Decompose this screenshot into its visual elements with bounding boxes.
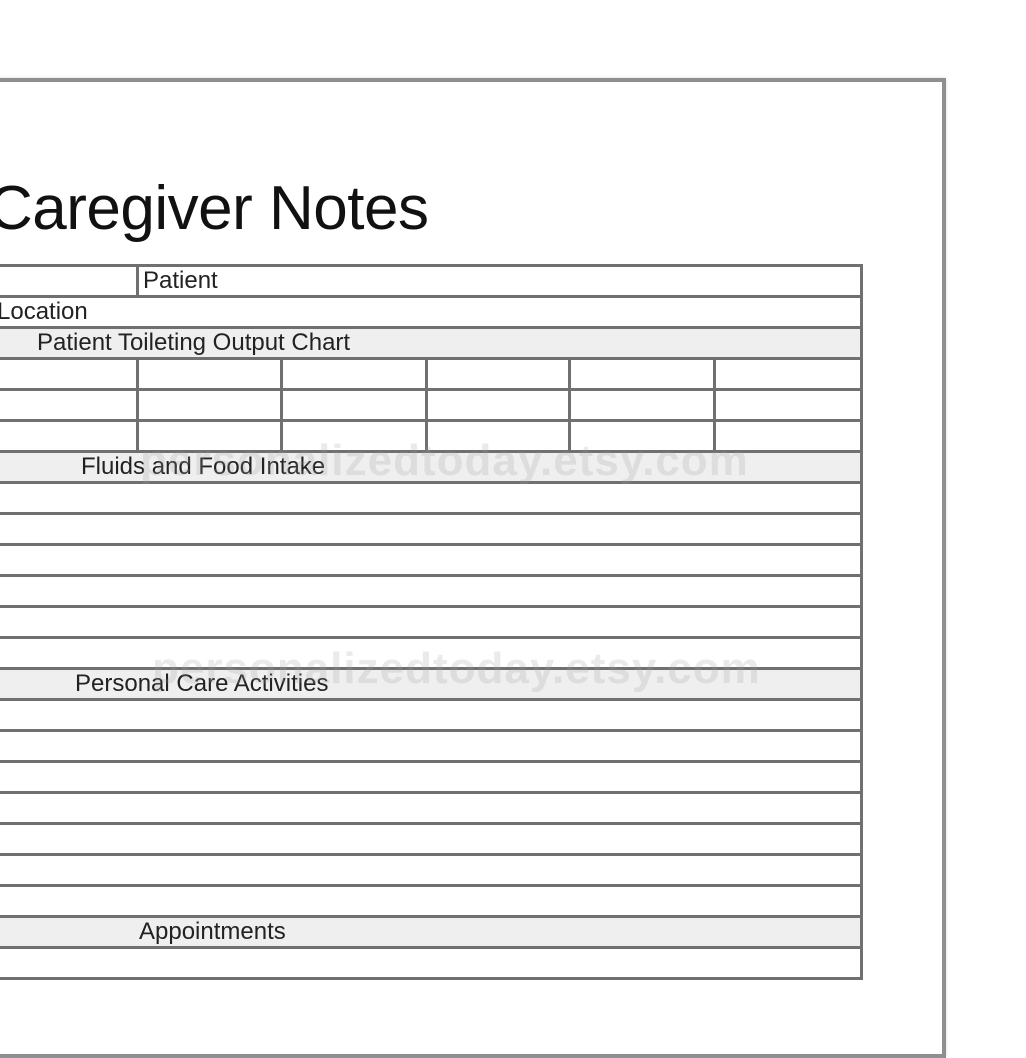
grid-cell[interactable] [280, 357, 428, 391]
writing-line[interactable] [0, 636, 864, 670]
writing-line[interactable] [0, 605, 864, 639]
appointments-section-header: Appointments [0, 915, 864, 949]
grid-cell[interactable] [568, 419, 716, 453]
fluids-line [0, 543, 864, 577]
grid-cell[interactable] [425, 388, 571, 422]
location-row: Location [0, 295, 864, 329]
patient-label: Patient [143, 267, 218, 294]
toileting-section-title: Patient Toileting Output Chart [37, 329, 351, 356]
grid-cell[interactable] [712, 388, 864, 422]
grid-cell[interactable] [280, 419, 428, 453]
grid-cell[interactable] [280, 388, 428, 422]
location-field[interactable]: Location [0, 295, 864, 329]
grid-cell[interactable] [0, 357, 139, 391]
writing-line[interactable] [0, 481, 864, 515]
grid-cell[interactable] [136, 357, 283, 391]
fluids-section-title: Fluids and Food Intake [81, 453, 326, 480]
writing-line[interactable] [0, 698, 864, 732]
grid-cell[interactable] [568, 388, 716, 422]
fluids-line [0, 605, 864, 639]
patient-row: Patient [0, 264, 864, 298]
writing-line[interactable] [0, 853, 864, 887]
grid-cell[interactable] [136, 419, 283, 453]
writing-line[interactable] [0, 791, 864, 825]
page-title: Caregiver Notes [0, 174, 429, 243]
appointments-section-title: Appointments [139, 918, 286, 945]
personal-care-line [0, 760, 864, 794]
toileting-row [0, 388, 864, 422]
writing-line[interactable] [0, 946, 864, 980]
fluids-line [0, 574, 864, 608]
grid-cell[interactable] [0, 419, 139, 453]
writing-line[interactable] [0, 884, 864, 918]
writing-line[interactable] [0, 729, 864, 763]
writing-line[interactable] [0, 760, 864, 794]
location-label: Location [0, 298, 88, 325]
grid-cell[interactable] [712, 419, 864, 453]
grid-cell[interactable] [568, 357, 716, 391]
grid-cell[interactable] [425, 419, 571, 453]
patient-date-field[interactable] [0, 264, 139, 298]
writing-line[interactable] [0, 512, 864, 546]
personal-care-section-title: Personal Care Activities [75, 670, 329, 697]
personal-care-line [0, 853, 864, 887]
caregiver-form: Patient Location Patient Toileting Outpu… [0, 264, 864, 980]
fluids-line [0, 636, 864, 670]
personal-care-section-header: Personal Care Activities [0, 667, 864, 701]
toileting-section-header: Patient Toileting Output Chart [0, 326, 864, 360]
personal-care-line [0, 822, 864, 856]
personal-care-line [0, 791, 864, 825]
personal-care-line [0, 729, 864, 763]
writing-line[interactable] [0, 822, 864, 856]
writing-line[interactable] [0, 543, 864, 577]
grid-cell[interactable] [712, 357, 864, 391]
fluids-line [0, 481, 864, 515]
grid-cell[interactable] [136, 388, 283, 422]
fluids-line [0, 512, 864, 546]
writing-line[interactable] [0, 574, 864, 608]
personal-care-line [0, 698, 864, 732]
personal-care-line [0, 884, 864, 918]
toileting-row [0, 357, 864, 391]
appointments-line [0, 946, 864, 980]
toileting-row [0, 419, 864, 453]
grid-cell[interactable] [0, 388, 139, 422]
grid-cell[interactable] [425, 357, 571, 391]
fluids-section-header: Fluids and Food Intake [0, 450, 864, 484]
patient-field[interactable]: Patient [135, 264, 864, 298]
